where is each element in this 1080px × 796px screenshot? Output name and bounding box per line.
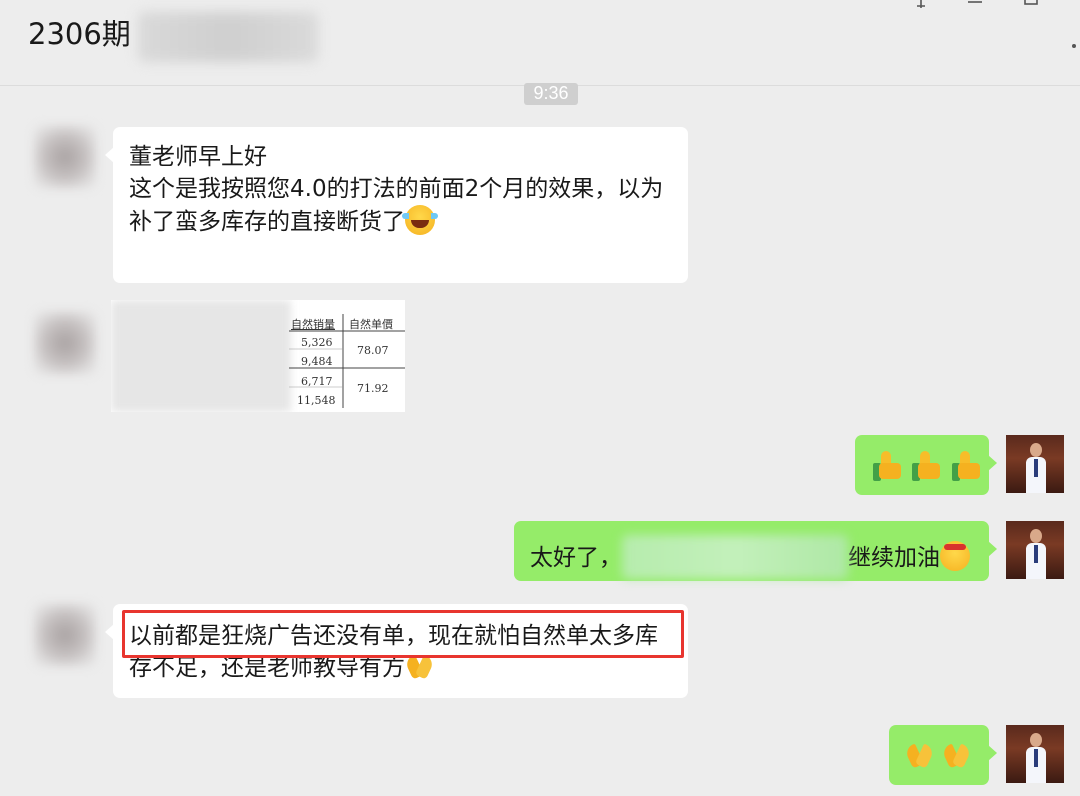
pin-icon[interactable] <box>910 0 932 14</box>
table-header: 自然单價 <box>349 318 393 331</box>
sender-avatar[interactable] <box>34 604 96 666</box>
message-bubble-outgoing[interactable] <box>889 725 997 785</box>
chat-title: 2306期 <box>28 17 131 51</box>
shushing-face-emoji <box>940 541 970 571</box>
image-message[interactable]: 自然销量 自然单價 5,326 9,484 78.07 6,717 11,548… <box>111 300 405 412</box>
thumbs-up-emoji <box>912 451 942 481</box>
chat-header: 2306期 <box>0 0 1080 86</box>
more-options-icon[interactable] <box>1072 44 1076 48</box>
my-avatar[interactable] <box>1006 725 1064 783</box>
tears-of-joy-emoji <box>402 205 438 235</box>
folded-hands-emoji <box>903 741 936 769</box>
table-cell: 78.07 <box>357 344 389 357</box>
my-avatar[interactable] <box>1006 435 1064 493</box>
redacted-text <box>622 535 848 579</box>
redacted-chat-name <box>138 12 318 62</box>
folded-hands-emoji <box>941 741 973 769</box>
thumbs-up-emoji <box>951 451 982 481</box>
message-text: 补了蛮多库存的直接断货了 <box>129 209 405 235</box>
table-cell: 6,717 <box>301 375 333 388</box>
message-bubble-incoming[interactable]: 董老师早上好 这个是我按照您4.0的打法的前面2个月的效果，以为 补了蛮多库存的… <box>105 127 688 283</box>
table-cell: 71.92 <box>357 382 389 395</box>
sender-avatar[interactable] <box>34 126 96 188</box>
my-avatar[interactable] <box>1006 521 1064 579</box>
highlight-box <box>122 610 684 658</box>
table-cell: 5,326 <box>301 336 333 349</box>
redacted-image-area <box>111 300 291 412</box>
table-header: 自然销量 <box>291 318 335 331</box>
message-bubble-outgoing[interactable]: 太好了， 继续加油 <box>514 521 997 581</box>
table-cell: 11,548 <box>297 394 336 407</box>
maximize-icon[interactable] <box>1020 0 1042 14</box>
message-text: 太好了， <box>530 545 622 571</box>
thumbs-up-emoji <box>873 451 903 481</box>
sender-avatar[interactable] <box>34 312 96 374</box>
message-text: 存不足，还是老师教导有方 <box>129 655 405 681</box>
message-bubble-outgoing[interactable] <box>855 435 997 495</box>
table-cell: 9,484 <box>301 355 333 368</box>
message-text: 董老师早上好 <box>129 144 267 170</box>
minimize-icon[interactable] <box>964 0 986 14</box>
message-text: 继续加油 <box>848 545 940 571</box>
message-timestamp: 9:36 <box>524 83 578 105</box>
message-text: 这个是我按照您4.0的打法的前面2个月的效果，以为 <box>129 176 664 202</box>
image-table: 自然销量 自然单價 5,326 9,484 78.07 6,717 11,548… <box>289 314 405 408</box>
